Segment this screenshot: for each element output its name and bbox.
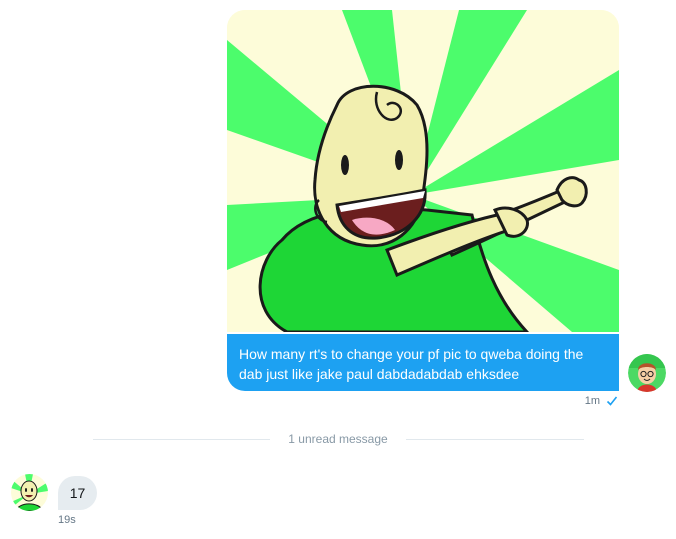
avatar-image bbox=[628, 354, 666, 392]
received-message-time: 19s bbox=[58, 514, 76, 526]
dab-cartoon-image bbox=[227, 10, 619, 332]
sent-message-meta: 1m bbox=[585, 395, 618, 407]
avatar-image bbox=[11, 474, 48, 511]
received-message-text: 17 bbox=[69, 485, 86, 501]
sender-avatar[interactable] bbox=[11, 474, 48, 511]
check-icon bbox=[606, 396, 618, 406]
sent-message-text: How many rt's to change your pf pic to q… bbox=[239, 346, 584, 382]
sent-image[interactable] bbox=[227, 10, 619, 332]
divider-line-right bbox=[406, 439, 584, 440]
divider-line-left bbox=[93, 439, 270, 440]
received-message-bubble[interactable]: 17 bbox=[58, 476, 97, 510]
sent-message-bubble[interactable]: How many rt's to change your pf pic to q… bbox=[227, 334, 619, 391]
sent-message-time: 1m bbox=[584, 395, 600, 407]
unread-divider-label: 1 unread message bbox=[288, 432, 388, 446]
my-avatar[interactable] bbox=[628, 354, 666, 392]
